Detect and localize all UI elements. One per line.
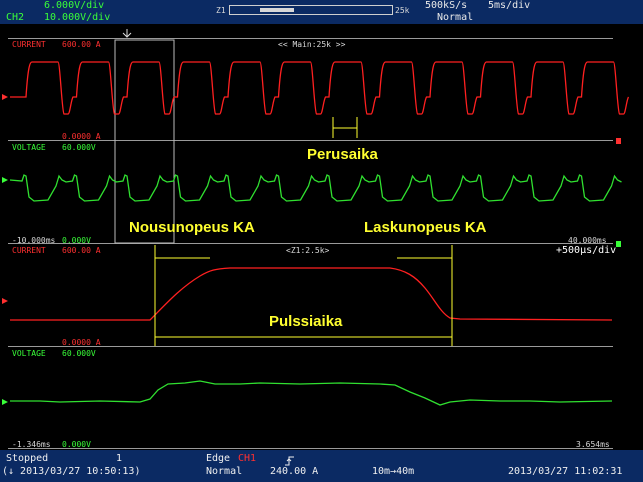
zoom-current-scale-bottom: 0.0000 A — [62, 338, 101, 347]
main-view-label: << Main:25k >> — [278, 40, 346, 49]
annotation-perusaika: Perusaika — [307, 146, 378, 163]
acquisition-end-time: 2013/03/27 11:02:31 — [508, 466, 623, 477]
trigger-type: Edge — [206, 453, 231, 464]
zoom-time-div: +500µs/div — [556, 245, 617, 256]
trigger-source: CH1 — [238, 453, 257, 464]
zoom-voltage-trace — [10, 380, 613, 406]
main-time-end: 40.000ms — [568, 236, 607, 245]
main-current-trace — [10, 61, 630, 115]
main-time-start: -10.000ms — [12, 236, 56, 245]
acquisition-start-time: (↓ 2013/03/27 10:50:13) — [2, 466, 141, 477]
trigger-level: 240.00 A — [270, 466, 319, 477]
zoom-time-end: 3.654ms — [576, 440, 610, 449]
main-voltage-trace — [9, 174, 622, 202]
main-voltage-scale-bottom: 0.000V — [62, 236, 91, 245]
ch1-level-marker-icon — [2, 94, 8, 100]
zoom-current-scale-top: 600.00 A — [62, 246, 101, 255]
zoom-view-label: <Z1:2.5k> — [286, 246, 330, 255]
waveform-display — [2, 29, 630, 406]
perusaika-bracket — [332, 117, 358, 138]
trigger-edge-icon — [284, 452, 296, 466]
zoom-voltage-scale-top: 60.000V — [62, 349, 96, 358]
record-length: 10m→40m — [372, 466, 415, 477]
acquisition-count: 1 — [116, 453, 123, 464]
annotation-nousunopeus: Nousunopeus KA — [129, 219, 255, 236]
main-current-scale-bottom: 0.0000 A — [62, 132, 101, 141]
zoom-ch1-level-marker-icon — [2, 298, 8, 304]
right-ch2-marker-icon — [616, 241, 621, 247]
main-current-label: CURRENT — [12, 40, 46, 49]
main-current-scale-top: 600.00 A — [62, 40, 101, 49]
annotation-laskunopeus: Laskunopeus KA — [364, 219, 487, 236]
annotation-pulssiaika: Pulssiaika — [269, 313, 343, 330]
acquisition-status: Stopped — [6, 453, 49, 464]
zoom-time-start: -1.346ms — [12, 440, 51, 449]
zoom-current-label: CURRENT — [12, 246, 46, 255]
main-voltage-scale-top: 60.000V — [62, 143, 96, 152]
main-voltage-label: VOLTAGE — [12, 143, 46, 152]
ch2-level-marker-icon — [2, 177, 8, 183]
zoom-voltage-scale-bottom: 0.000V — [62, 440, 91, 449]
trigger-mode-footer: Normal — [206, 466, 243, 477]
zoom-selection-box — [114, 39, 175, 244]
zoom-voltage-label: VOLTAGE — [12, 349, 46, 358]
trigger-position-marker-icon — [122, 29, 132, 38]
zoom-ch2-level-marker-icon — [2, 399, 8, 405]
pulssiaika-bracket — [154, 245, 453, 346]
right-ch1-marker-icon — [616, 138, 621, 144]
